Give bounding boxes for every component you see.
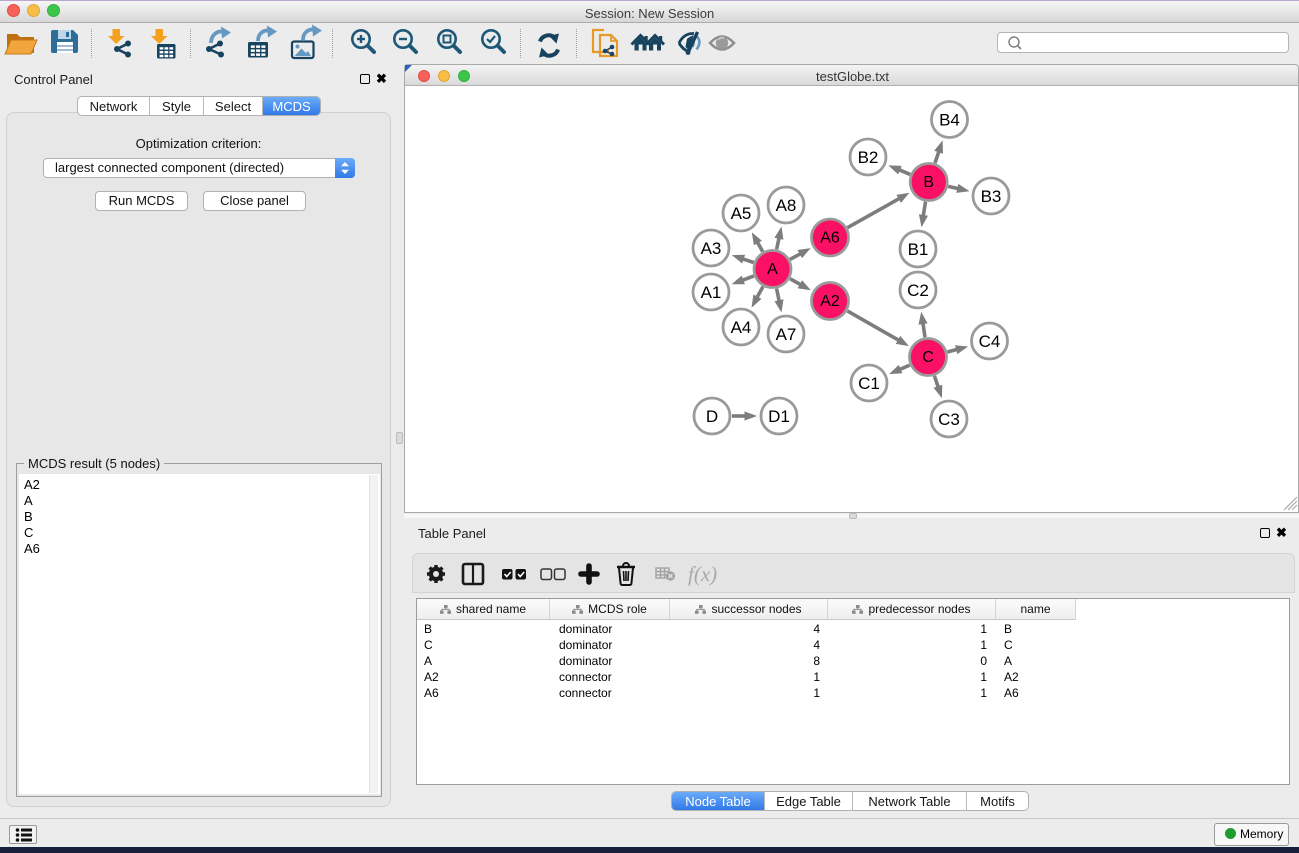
svg-text:A4: A4	[731, 318, 752, 337]
svg-text:D1: D1	[768, 407, 790, 426]
svg-text:B: B	[923, 174, 934, 191]
svg-text:C: C	[922, 349, 934, 366]
svg-text:B4: B4	[939, 111, 960, 130]
svg-text:A3: A3	[701, 239, 722, 258]
svg-text:C1: C1	[858, 374, 880, 393]
svg-text:A6: A6	[820, 230, 840, 247]
svg-text:A5: A5	[731, 204, 752, 223]
svg-text:A2: A2	[820, 293, 840, 310]
svg-text:D: D	[706, 407, 718, 426]
svg-text:C3: C3	[938, 410, 960, 429]
svg-text:A1: A1	[701, 283, 722, 302]
svg-text:f(x): f(x)	[688, 562, 717, 586]
svg-text:C4: C4	[979, 332, 1001, 351]
svg-text:B1: B1	[908, 240, 929, 259]
svg-text:A7: A7	[776, 325, 797, 344]
svg-text:C2: C2	[907, 281, 929, 300]
svg-text:A8: A8	[776, 196, 797, 215]
svg-text:B3: B3	[981, 187, 1002, 206]
svg-text:B2: B2	[858, 148, 879, 167]
svg-text:A: A	[767, 261, 778, 278]
